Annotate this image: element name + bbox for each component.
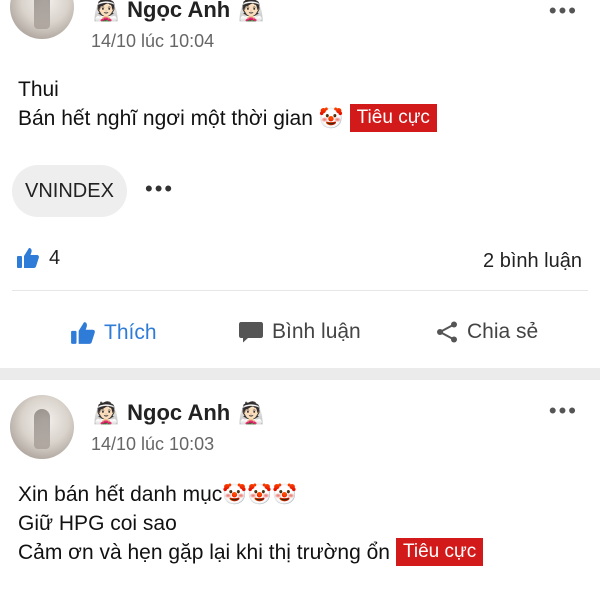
post-line-with-badge: Cảm ơn và hẹn gặp lại khi thị trường ổn T… [18, 538, 580, 567]
like-count-value: 4 [49, 246, 61, 269]
post-line: Thui [18, 78, 59, 101]
bride-emoji-icon: 👰🏻 [238, 0, 265, 22]
bride-emoji-icon: 👰🏻 [238, 400, 265, 425]
divider [12, 290, 588, 291]
post-card: 👰🏻 Ngọc Anh 👰🏻 14/10 lúc 10:04 ••• Thui … [0, 0, 600, 370]
thumbs-up-icon [71, 322, 95, 344]
post-card: 👰🏻 Ngọc Anh 👰🏻 14/10 lúc 10:03 ••• Xin b… [0, 380, 600, 600]
post-line: Giữ HPG coi sao [18, 512, 177, 535]
more-options-icon[interactable]: ••• [549, 0, 578, 22]
share-icon [437, 321, 457, 343]
post-line: Bán hết nghĩ ngơi một thời gian [18, 107, 313, 130]
sentiment-badge: Tiêu cực [395, 538, 484, 566]
author-avatar[interactable] [10, 395, 74, 459]
thumbs-up-icon [17, 248, 39, 268]
like-button-label: Thích [104, 321, 157, 344]
share-button-label: Chia sẻ [467, 320, 539, 343]
clown-emoji: 🤡 [318, 106, 344, 130]
stock-tag-chip[interactable]: VNINDEX [12, 165, 127, 217]
comment-button-label: Bình luận [272, 320, 361, 343]
like-count[interactable]: 4 [16, 246, 60, 270]
author-row: 👰🏻 Ngọc Anh 👰🏻 [93, 0, 264, 23]
comment-count[interactable]: 2 bình luận [483, 250, 582, 273]
author-name[interactable]: Ngọc Anh [127, 400, 230, 426]
more-options-icon[interactable]: ••• [549, 400, 578, 422]
bride-emoji-icon: 👰🏻 [93, 400, 120, 425]
post-actions: Thích Bình luận Chia sẻ [0, 320, 600, 360]
like-button[interactable]: Thích [70, 320, 157, 346]
speech-bubble-icon [239, 322, 263, 343]
post-content: Xin bán hết danh mục🤡🤡🤡 Giữ HPG coi sao … [18, 480, 580, 567]
post-timestamp: 14/10 lúc 10:04 [91, 31, 215, 51]
share-button[interactable]: Chia sẻ [435, 320, 538, 344]
author-avatar[interactable] [10, 0, 74, 39]
tag-more-icon[interactable]: ••• [145, 176, 174, 202]
post-line-with-badge: Bán hết nghĩ ngơi một thời gian 🤡 Tiêu cự… [18, 104, 580, 133]
post-line: Cảm ơn và hẹn gặp lại khi thị trường ổn [18, 541, 390, 564]
post-line-with-emoji: Xin bán hết danh mục🤡🤡🤡 [18, 480, 580, 509]
post-line: Xin bán hết danh mục [18, 483, 223, 506]
post-timestamp: 14/10 lúc 10:03 [91, 434, 215, 454]
post-content: Thui Bán hết nghĩ ngơi một thời gian 🤡 Ti… [18, 75, 580, 133]
author-row: 👰🏻 Ngọc Anh 👰🏻 [93, 400, 264, 426]
feed-separator [0, 368, 600, 380]
author-name[interactable]: Ngọc Anh [127, 0, 230, 23]
clown-emoji: 🤡🤡🤡 [222, 482, 298, 506]
comment-button[interactable]: Bình luận [238, 320, 361, 344]
sentiment-badge: Tiêu cực [349, 104, 437, 132]
bride-emoji-icon: 👰🏻 [93, 0, 120, 22]
